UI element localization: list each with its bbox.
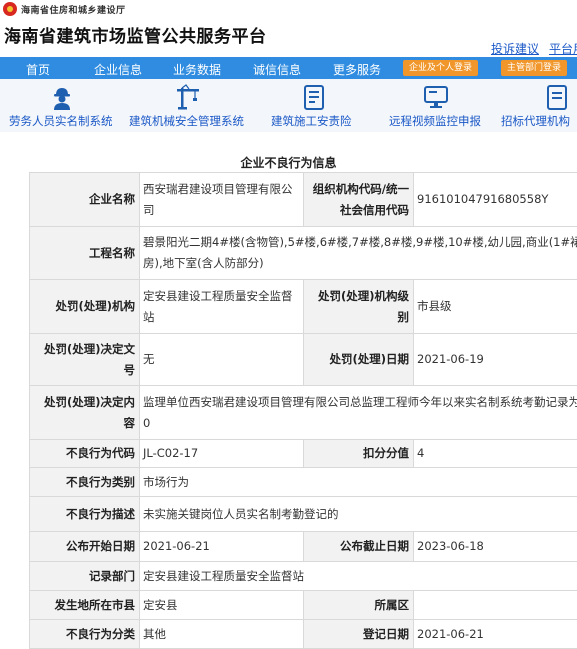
table-row: 公布开始日期 2021-06-21 公布截止日期 2023-06-18 (29, 531, 577, 562)
table-row: 记录部门 定安县建设工程质量安全监督站 (29, 561, 577, 591)
penalty-org-value: 定安县建设工程质量安全监督站 (139, 279, 304, 334)
table-row: 不良行为分类 其他 登记日期 2021-06-21 (29, 619, 577, 649)
category-value: 其他 (139, 619, 304, 649)
table-row: 处罚(处理)机构 定安县建设工程质量安全监督站 处罚(处理)机构级别 市县级 (29, 279, 577, 334)
bad-behavior-table: 企业名称 西安瑞君建设项目管理有限公司 组织机构代码/统一社会信用代码 9161… (29, 172, 577, 649)
register-date-label: 登记日期 (303, 619, 414, 649)
decision-content-value: 监理单位西安瑞君建设项目管理有限公司总监理工程师今年以来实名制系统考勤记录为0 (139, 385, 577, 440)
company-value: 西安瑞君建设项目管理有限公司 (139, 172, 304, 227)
district-label: 所属区 (303, 590, 414, 620)
score-value: 4 (413, 439, 577, 468)
table-row: 工程名称 碧景阳光二期4#楼(含物管),5#楼,6#楼,7#楼,8#楼,9#楼,… (29, 226, 577, 280)
table-row: 企业名称 西安瑞君建设项目管理有限公司 组织机构代码/统一社会信用代码 9161… (29, 172, 577, 227)
register-date-value: 2021-06-21 (413, 619, 577, 649)
company-label: 企业名称 (29, 172, 140, 227)
behavior-code-value: JL-C02-17 (139, 439, 304, 468)
project-value: 碧景阳光二期4#楼(含物管),5#楼,6#楼,7#楼,8#楼,9#楼,10#楼,… (139, 226, 577, 280)
org-code-value: 91610104791680558Y (413, 172, 577, 227)
city-value: 定安县 (139, 590, 304, 620)
penalty-level-label: 处罚(处理)机构级别 (303, 279, 414, 334)
behavior-desc-value: 未实施关键岗位人员实名制考勤登记的 (139, 496, 577, 532)
record-dept-label: 记录部门 (29, 561, 140, 591)
penalty-org-label: 处罚(处理)机构 (29, 279, 140, 334)
table-row: 不良行为代码 JL-C02-17 扣分分值 4 (29, 439, 577, 468)
publish-start-label: 公布开始日期 (29, 531, 140, 562)
record-table-viewport: 企业名称 西安瑞君建设项目管理有限公司 组织机构代码/统一社会信用代码 9161… (0, 0, 577, 649)
city-label: 发生地所在市县 (29, 590, 140, 620)
record-dept-value: 定安县建设工程质量安全监督站 (139, 561, 577, 591)
penalty-date-label: 处罚(处理)日期 (303, 333, 414, 386)
penalty-level-value: 市县级 (413, 279, 577, 334)
district-value (413, 590, 577, 620)
behavior-desc-label: 不良行为描述 (29, 496, 140, 532)
decision-content-label: 处罚(处理)决定内容 (29, 385, 140, 440)
table-row: 不良行为类别 市场行为 (29, 467, 577, 497)
penalty-date-value: 2021-06-19 (413, 333, 577, 386)
org-code-label: 组织机构代码/统一社会信用代码 (303, 172, 414, 227)
table-row: 处罚(处理)决定内容 监理单位西安瑞君建设项目管理有限公司总监理工程师今年以来实… (29, 385, 577, 440)
behavior-code-label: 不良行为代码 (29, 439, 140, 468)
decision-no-value: 无 (139, 333, 304, 386)
decision-no-label: 处罚(处理)决定文号 (29, 333, 140, 386)
table-row: 发生地所在市县 定安县 所属区 (29, 590, 577, 620)
behavior-type-label: 不良行为类别 (29, 467, 140, 497)
project-label: 工程名称 (29, 226, 140, 280)
publish-end-label: 公布截止日期 (303, 531, 414, 562)
publish-end-value: 2023-06-18 (413, 531, 577, 562)
publish-start-value: 2021-06-21 (139, 531, 304, 562)
category-label: 不良行为分类 (29, 619, 140, 649)
table-row: 处罚(处理)决定文号 无 处罚(处理)日期 2021-06-19 (29, 333, 577, 386)
table-row: 不良行为描述 未实施关键岗位人员实名制考勤登记的 (29, 496, 577, 532)
behavior-type-value: 市场行为 (139, 467, 577, 497)
score-label: 扣分分值 (303, 439, 414, 468)
